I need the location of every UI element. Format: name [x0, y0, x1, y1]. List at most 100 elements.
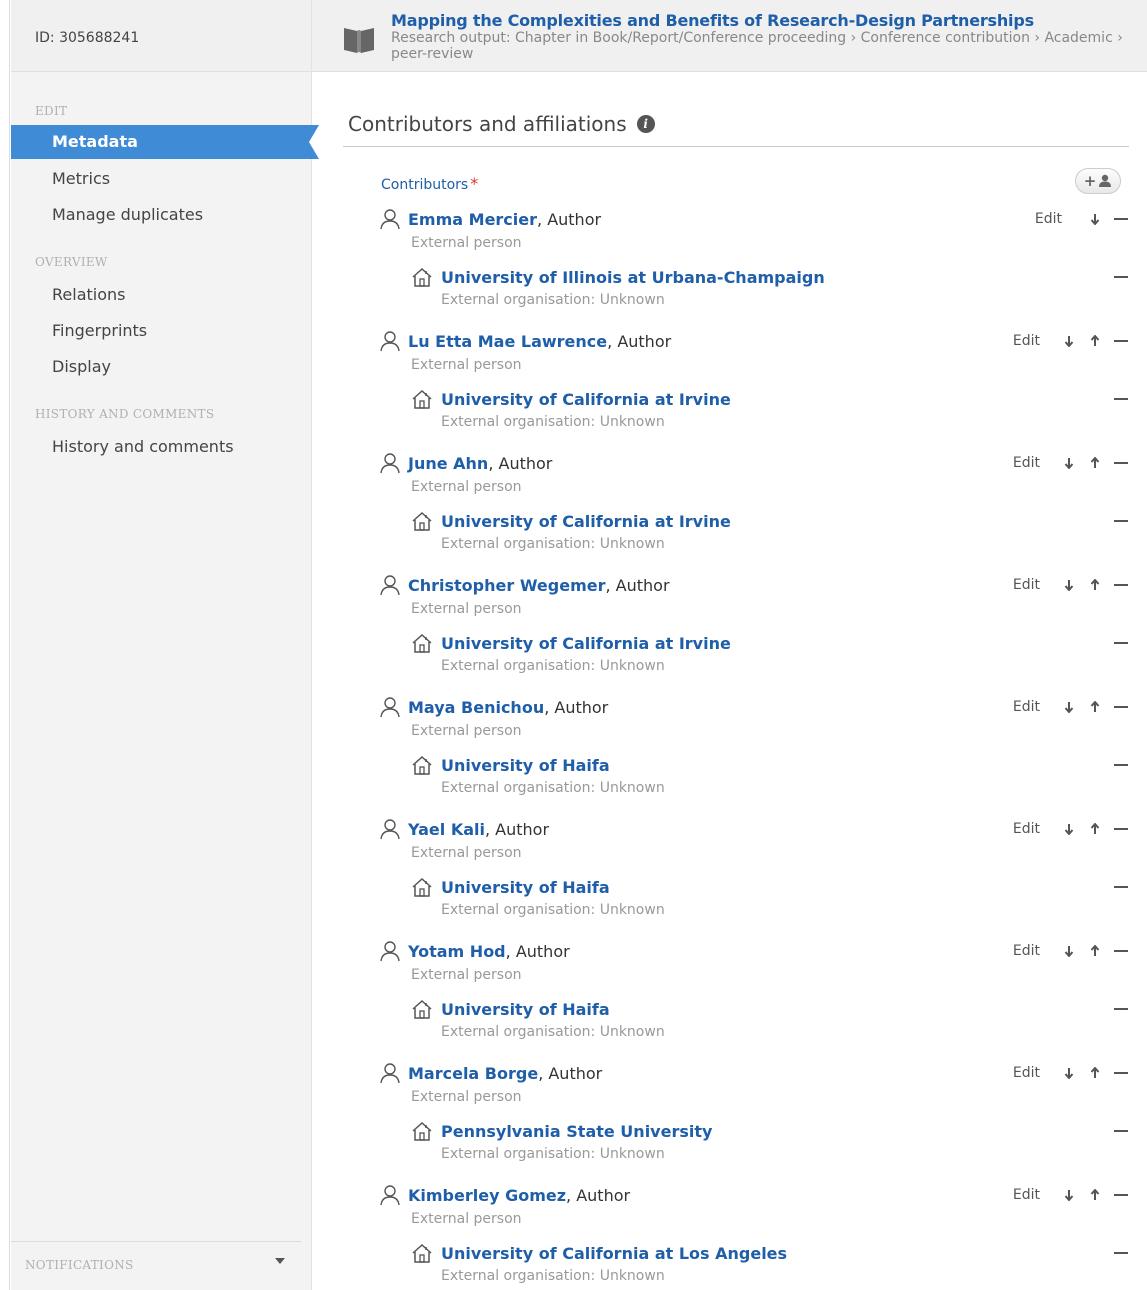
minus-icon[interactable]: [1114, 757, 1130, 773]
arrow-down-icon[interactable]: [1062, 821, 1076, 837]
organisation-type: External organisation: Unknown: [441, 1024, 665, 1040]
contributor-entry: June Ahn, Author External person Edit Unive…: [343, 451, 1130, 573]
edit-button[interactable]: Edit: [1013, 455, 1040, 471]
arrow-up-icon[interactable]: [1088, 943, 1102, 959]
sidebar-item-manage-duplicates[interactable]: Manage duplicates: [11, 197, 311, 233]
minus-icon[interactable]: [1114, 1123, 1130, 1139]
arrow-up-icon[interactable]: [1088, 455, 1102, 471]
sidebar-section-edit: EDIT: [35, 104, 68, 118]
edit-button[interactable]: Edit: [1013, 1065, 1040, 1081]
contributor-name[interactable]: June Ahn: [408, 454, 488, 473]
edit-button[interactable]: Edit: [1013, 333, 1040, 349]
edit-button[interactable]: Edit: [1013, 577, 1040, 593]
arrow-down-icon[interactable]: [1062, 1065, 1076, 1081]
contributor-actions: Edit: [1013, 1183, 1130, 1207]
contributor-name[interactable]: Maya Benichou: [408, 698, 544, 717]
organisation-type: External organisation: Unknown: [441, 1268, 665, 1284]
contributor-actions: Edit: [1013, 939, 1130, 963]
contributor-actions: Edit: [1013, 329, 1130, 353]
contributor-name[interactable]: Yael Kali: [408, 820, 485, 839]
contributor-row: Yael Kali, Author: [379, 817, 549, 841]
contributor-role: , Author: [544, 697, 609, 717]
section-title: Contributors and affiliations: [348, 112, 627, 136]
sidebar-item-history-and-comments[interactable]: History and comments: [11, 429, 311, 465]
arrow-down-icon[interactable]: [1062, 943, 1076, 959]
arrow-down-icon[interactable]: [1062, 577, 1076, 593]
arrow-up-icon[interactable]: [1088, 577, 1102, 593]
person-type: External person: [411, 723, 522, 739]
contributors-list: Emma Mercier , Author External person Edit U…: [343, 207, 1130, 1290]
arrow-up-icon[interactable]: [1088, 699, 1102, 715]
organisation-name[interactable]: University of Haifa: [441, 878, 610, 897]
edit-button[interactable]: Edit: [1013, 1187, 1040, 1203]
arrow-up-icon[interactable]: [1088, 1065, 1102, 1081]
organisation-name[interactable]: University of Haifa: [441, 1000, 610, 1019]
minus-icon[interactable]: [1114, 577, 1130, 593]
arrow-down-icon[interactable]: [1088, 211, 1102, 227]
contributor-name[interactable]: Emma Mercier: [408, 210, 537, 229]
minus-icon[interactable]: [1114, 269, 1130, 285]
person-type: External person: [411, 357, 522, 373]
minus-icon[interactable]: [1114, 391, 1130, 407]
info-icon[interactable]: i: [636, 115, 655, 133]
arrow-down-icon[interactable]: [1062, 699, 1076, 715]
contributor-name[interactable]: Christopher Wegemer: [408, 576, 605, 595]
minus-icon[interactable]: [1114, 1001, 1130, 1017]
minus-icon[interactable]: [1114, 333, 1130, 349]
contributor-row: Marcela Borge, Author: [379, 1061, 602, 1085]
organisation-name[interactable]: University of California at Irvine: [441, 390, 731, 409]
contributor-actions: Edit: [1013, 817, 1130, 841]
edit-button[interactable]: Edit: [1035, 211, 1062, 227]
organisation-name[interactable]: University of California at Irvine: [441, 634, 731, 653]
sidebar-item-fingerprints[interactable]: Fingerprints: [11, 313, 311, 349]
minus-icon[interactable]: [1114, 211, 1130, 227]
record-title[interactable]: Mapping the Complexities and Benefits of…: [391, 11, 1034, 30]
arrow-down-icon[interactable]: [1062, 1187, 1076, 1203]
organisation-name[interactable]: University of California at Los Angeles: [441, 1244, 787, 1263]
person-type: External person: [411, 967, 522, 983]
edit-button[interactable]: Edit: [1013, 699, 1040, 715]
organisation-name[interactable]: University of Haifa: [441, 756, 610, 775]
sidebar-item-display[interactable]: Display: [11, 349, 311, 385]
minus-icon[interactable]: [1114, 943, 1130, 959]
organisation-row: University of California at Irvine: [411, 509, 731, 533]
minus-icon[interactable]: [1114, 1187, 1130, 1203]
arrow-down-icon[interactable]: [1062, 455, 1076, 471]
minus-icon[interactable]: [1114, 635, 1130, 651]
contributor-name[interactable]: Lu Etta Mae Lawrence: [408, 332, 607, 351]
contributor-name[interactable]: Kimberley Gomez: [408, 1186, 566, 1205]
notifications-panel[interactable]: NOTIFICATIONS: [11, 1241, 301, 1281]
minus-icon[interactable]: [1114, 821, 1130, 837]
arrow-up-icon[interactable]: [1088, 333, 1102, 349]
house-icon: [412, 1121, 432, 1141]
minus-icon[interactable]: [1114, 1245, 1130, 1261]
arrow-up-icon[interactable]: [1088, 821, 1102, 837]
sidebar-item-metadata[interactable]: Metadata: [11, 125, 319, 159]
caret-down-icon[interactable]: [275, 1258, 285, 1264]
minus-icon[interactable]: [1114, 699, 1130, 715]
contributor-name[interactable]: Marcela Borge: [408, 1064, 538, 1083]
edit-button[interactable]: Edit: [1013, 943, 1040, 959]
contributor-entry: Yael Kali, Author External person Edit Univ…: [343, 817, 1130, 939]
sidebar-item-relations[interactable]: Relations: [11, 277, 311, 313]
organisation-row: University of Haifa: [411, 997, 610, 1021]
minus-icon[interactable]: [1114, 879, 1130, 895]
minus-icon[interactable]: [1114, 455, 1130, 471]
contributor-row: Kimberley Gomez, Author: [379, 1183, 630, 1207]
sidebar-section-overview: OVERVIEW: [35, 255, 108, 269]
minus-icon[interactable]: [1114, 1065, 1130, 1081]
person-icon: [380, 697, 400, 718]
contributor-name[interactable]: Yotam Hod: [408, 942, 506, 961]
edit-button[interactable]: Edit: [1013, 821, 1040, 837]
person-type: External person: [411, 1089, 522, 1105]
arrow-down-icon[interactable]: [1062, 333, 1076, 349]
sidebar-item-metrics[interactable]: Metrics: [11, 161, 311, 197]
arrow-up-icon[interactable]: [1088, 1187, 1102, 1203]
organisation-name[interactable]: Pennsylvania State University: [441, 1122, 712, 1141]
contributor-entry: Maya Benichou, Author External person Edit…: [343, 695, 1130, 817]
organisation-name[interactable]: University of Illinois at Urbana-Champai…: [441, 268, 825, 287]
contributor-row: June Ahn, Author: [379, 451, 552, 475]
add-contributor-button[interactable]: +: [1075, 168, 1121, 194]
organisation-name[interactable]: University of California at Irvine: [441, 512, 731, 531]
minus-icon[interactable]: [1114, 513, 1130, 529]
